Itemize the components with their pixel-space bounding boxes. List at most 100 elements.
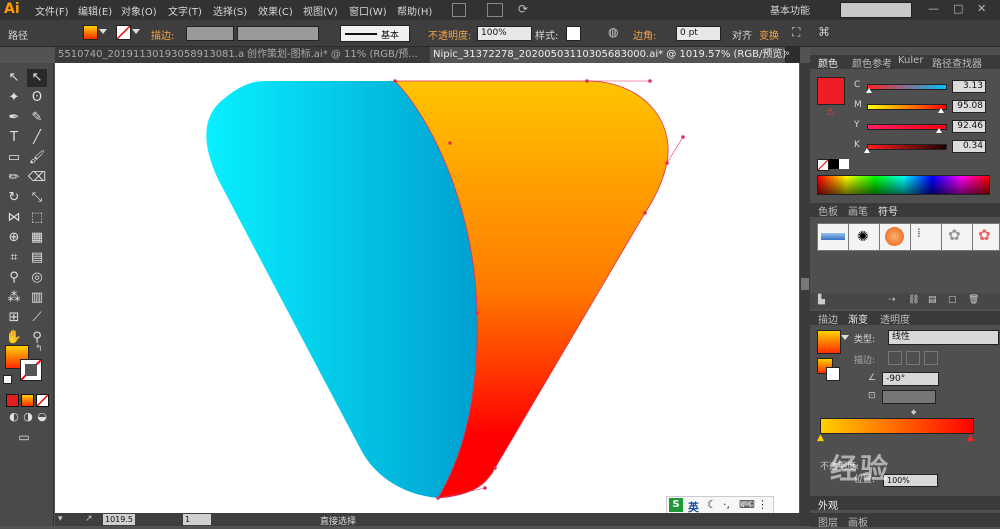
- vertical-scrollbar[interactable]: [800, 63, 810, 526]
- ime-logo-icon[interactable]: S: [669, 498, 683, 512]
- symbol-grunge-box[interactable]: ⁞: [910, 223, 942, 251]
- channel-c-value[interactable]: 3.13: [952, 80, 986, 93]
- eyedropper-tool-icon[interactable]: ⚲: [4, 269, 24, 287]
- gradient-type-select[interactable]: 线性: [888, 330, 999, 345]
- width-tool-icon[interactable]: ⋈: [4, 209, 24, 227]
- gradient-mode-icon[interactable]: [21, 394, 34, 407]
- pencil-tool-icon[interactable]: ✏: [4, 169, 24, 187]
- channel-c-slider[interactable]: [867, 84, 947, 90]
- gradient-stop-start[interactable]: ▲: [817, 433, 824, 443]
- anchor-point[interactable]: [493, 466, 497, 470]
- tab-brushes[interactable]: 画笔: [848, 203, 868, 218]
- magic-wand-tool-icon[interactable]: ✦: [4, 89, 24, 107]
- channel-k-value[interactable]: 0.34: [952, 140, 986, 153]
- direct-selection-tool-icon[interactable]: ↖: [27, 69, 47, 87]
- channel-m-thumb[interactable]: [938, 108, 945, 113]
- column-graph-tool-icon[interactable]: ▥: [27, 289, 47, 307]
- menu-object[interactable]: 对象(O): [121, 3, 157, 18]
- symbol-orange-button[interactable]: [879, 223, 911, 251]
- zoom-input[interactable]: 1019.5: [103, 514, 135, 525]
- anchor-convert-icon[interactable]: ⌘: [818, 25, 830, 39]
- screen-mode-icon[interactable]: ▭: [14, 428, 34, 446]
- menu-effect[interactable]: 效果(C): [258, 3, 293, 18]
- eraser-tool-icon[interactable]: ⌫: [27, 169, 47, 187]
- open-in-icon[interactable]: ↗: [85, 514, 93, 524]
- stroke-within-icon[interactable]: [888, 351, 902, 365]
- brush-definition-dropdown[interactable]: 基本: [340, 25, 410, 42]
- default-colors-icon[interactable]: [3, 375, 12, 384]
- anchor-point[interactable]: [483, 486, 487, 490]
- bridge-icon[interactable]: [452, 3, 466, 17]
- free-transform-tool-icon[interactable]: ⬚: [27, 209, 47, 227]
- color-mode-icon[interactable]: [6, 394, 19, 407]
- symbol-ink-splash[interactable]: ✺: [848, 223, 880, 251]
- tab-appearance[interactable]: 外观: [818, 497, 838, 512]
- arrange-documents-icon[interactable]: [487, 3, 503, 17]
- channel-c-thumb[interactable]: [866, 88, 873, 93]
- menu-type[interactable]: 文字(T): [168, 3, 202, 18]
- sync-icon[interactable]: ⟳: [518, 2, 528, 16]
- zoom-menu-icon[interactable]: ▾: [58, 514, 63, 524]
- gradient-ramp[interactable]: [820, 418, 974, 434]
- variable-width-profile[interactable]: [237, 26, 319, 41]
- none-mode-icon[interactable]: [36, 394, 49, 407]
- bezier-handle-2[interactable]: [666, 136, 684, 164]
- swap-fill-stroke-icon[interactable]: ↰: [35, 344, 43, 354]
- channel-y-slider[interactable]: [867, 124, 947, 130]
- channel-k-slider[interactable]: [867, 144, 947, 150]
- anchor-point[interactable]: [681, 135, 685, 139]
- none-color-swatch[interactable]: [817, 159, 829, 171]
- stroke-weight-field[interactable]: [186, 26, 234, 41]
- menu-view[interactable]: 视图(V): [303, 3, 338, 18]
- menu-window[interactable]: 窗口(W): [349, 3, 387, 18]
- channel-y-value[interactable]: 92.46: [952, 120, 986, 133]
- stroke-across-icon[interactable]: [924, 351, 938, 365]
- anchor-point[interactable]: [436, 496, 440, 500]
- opacity-input[interactable]: 100%: [477, 26, 532, 41]
- white-swatch[interactable]: [839, 159, 849, 169]
- aspect-ratio-input[interactable]: [882, 390, 936, 404]
- tab-artboards[interactable]: 画板: [848, 514, 868, 529]
- scrollbar-thumb[interactable]: [801, 278, 809, 290]
- symbol-pink-flower[interactable]: ✿: [972, 223, 1000, 251]
- gradient-stroke-swatch[interactable]: [826, 367, 840, 381]
- type-tool-icon[interactable]: T: [4, 129, 24, 147]
- symbol-options-icon[interactable]: ▤: [928, 295, 937, 305]
- corner-radius-input[interactable]: 0 pt: [676, 26, 721, 41]
- align-link[interactable]: 对齐: [732, 27, 752, 42]
- gradient-location-input[interactable]: 100%: [883, 474, 938, 487]
- pen-tool-icon[interactable]: ✒: [4, 109, 24, 127]
- anchor-point[interactable]: [643, 211, 647, 215]
- transform-link[interactable]: 变换: [759, 27, 779, 42]
- document-tab-2[interactable]: 创作策划-图标.ai* @ 11% (RGB/预...: [244, 47, 431, 63]
- document-tab-active[interactable]: Nipic_31372278_20200503110305683000.ai* …: [430, 47, 786, 63]
- delete-symbol-icon[interactable]: 🗑: [968, 295, 979, 305]
- draw-inside-icon[interactable]: ◒: [32, 408, 52, 426]
- recolor-artwork-icon[interactable]: ◍: [608, 25, 618, 39]
- slice-tool-icon[interactable]: ⟋: [27, 309, 47, 327]
- workspace-switcher[interactable]: 基本功能: [770, 2, 810, 17]
- color-spectrum-bar[interactable]: [817, 175, 990, 195]
- graphic-style-swatch[interactable]: [566, 26, 581, 41]
- close-icon[interactable]: ✕: [977, 2, 986, 15]
- gradient-preview[interactable]: [817, 330, 841, 354]
- lasso-tool-icon[interactable]: ʘ: [27, 89, 47, 107]
- anchor-point[interactable]: [648, 79, 652, 83]
- out-of-gamut-warning-icon[interactable]: ⚠: [826, 107, 835, 118]
- anchor-point[interactable]: [585, 79, 589, 83]
- artboard-tool-icon[interactable]: ⊞: [4, 309, 24, 327]
- rotate-tool-icon[interactable]: ↻: [4, 189, 24, 207]
- channel-k-thumb[interactable]: [864, 148, 871, 153]
- tab-stroke[interactable]: 描边: [818, 311, 838, 326]
- gradient-stop-end[interactable]: ▲: [967, 433, 974, 443]
- anchor-point[interactable]: [665, 161, 669, 165]
- ime-menu-icon[interactable]: ⋮: [757, 498, 768, 511]
- perspective-grid-tool-icon[interactable]: ▦: [27, 229, 47, 247]
- symbol-sprayer-tool-icon[interactable]: ⁂: [4, 289, 24, 307]
- tab-color-guide[interactable]: 颜色参考: [852, 55, 892, 70]
- anchor-point[interactable]: [475, 311, 479, 315]
- help-search-input[interactable]: [840, 2, 912, 18]
- channel-m-value[interactable]: 95.08: [952, 100, 986, 113]
- menu-select[interactable]: 选择(S): [213, 3, 247, 18]
- current-fill-color[interactable]: [817, 77, 845, 105]
